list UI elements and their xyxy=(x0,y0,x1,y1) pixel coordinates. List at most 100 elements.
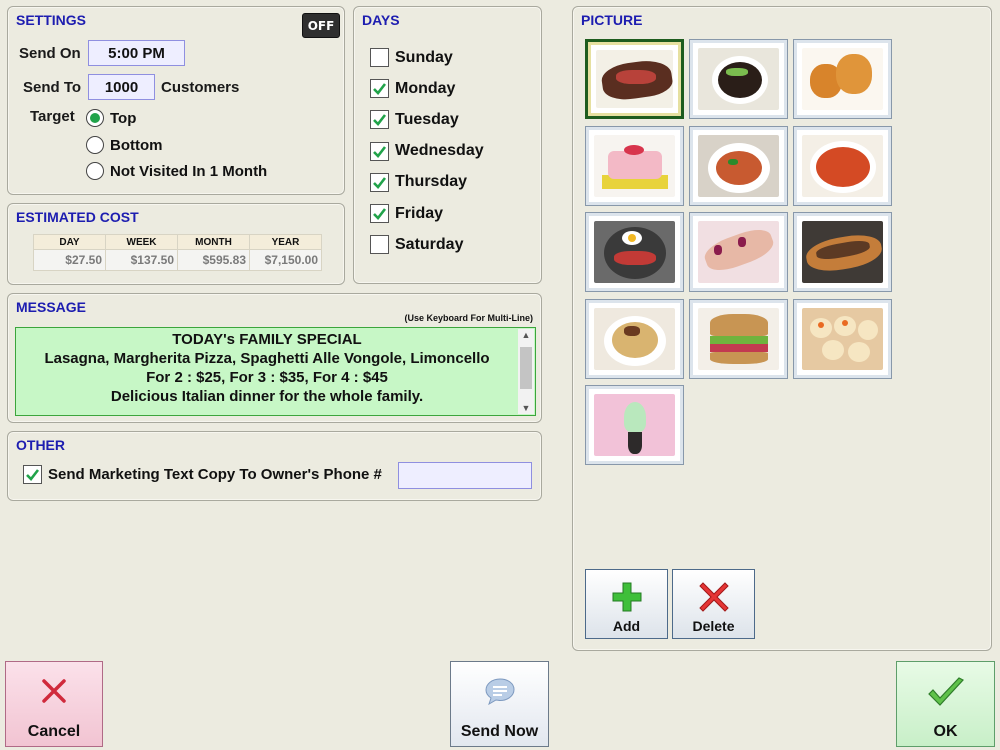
picture-tile-sandwich[interactable] xyxy=(689,298,788,379)
day-label: Wednesday xyxy=(395,142,484,160)
picture-tile-ice-cream[interactable] xyxy=(585,385,684,465)
target-radio-top[interactable]: Top xyxy=(86,109,136,127)
nails-image xyxy=(698,221,779,283)
send-now-label: Send Now xyxy=(460,723,539,740)
picture-tile-nails[interactable] xyxy=(689,212,788,292)
send-to-field[interactable]: 1000 xyxy=(88,74,155,100)
delete-picture-button[interactable]: Delete xyxy=(672,569,755,639)
radio-label: Not Visited In 1 Month xyxy=(110,162,268,180)
day-checkbox-wednesday[interactable]: Wednesday xyxy=(370,141,484,161)
send-to-label: Send To xyxy=(23,79,82,96)
picture-tile-cake[interactable] xyxy=(585,125,684,206)
day-label: Friday xyxy=(395,204,444,222)
picture-tile-noodle-bowl[interactable] xyxy=(689,39,788,119)
days-panel: DAYS Sunday Monday Tuesday Wednesday Thursda… xyxy=(353,6,542,284)
owner-phone-input[interactable] xyxy=(398,462,532,489)
other-panel: OTHER Send Marketing Text Copy To Owner'… xyxy=(7,431,542,501)
cancel-x-icon xyxy=(39,676,69,711)
picture-tile-spaghetti[interactable] xyxy=(689,125,788,206)
picture-tile-cheesesteak[interactable] xyxy=(793,212,892,292)
delete-x-icon xyxy=(697,580,731,617)
picture-tile-cold-noodles[interactable] xyxy=(585,212,684,292)
cost-header-day: DAY xyxy=(33,234,106,250)
add-label: Add xyxy=(612,618,641,634)
plus-icon xyxy=(610,580,644,617)
cost-value-week: $137.50 xyxy=(105,249,178,271)
day-checkbox-friday[interactable]: Friday xyxy=(370,204,443,223)
fried-chicken-image xyxy=(802,48,883,110)
send-on-label: Send On xyxy=(19,45,81,62)
day-label: Tuesday xyxy=(395,110,459,128)
scroll-down-icon[interactable]: ▼ xyxy=(518,403,534,413)
days-title: DAYS xyxy=(362,12,400,28)
checkbox-box xyxy=(370,204,389,223)
day-checkbox-thursday[interactable]: Thursday xyxy=(370,172,468,192)
day-checkbox-monday[interactable]: Monday xyxy=(370,79,455,99)
message-scrollbar[interactable]: ▲ ▼ xyxy=(518,329,534,414)
chat-bubble-icon xyxy=(483,676,517,711)
picture-tile-steak[interactable] xyxy=(585,39,684,119)
cost-header-year: YEAR xyxy=(249,234,322,250)
delete-label: Delete xyxy=(692,618,735,634)
message-title: MESSAGE xyxy=(16,299,87,315)
cost-value-month: $595.83 xyxy=(177,249,250,271)
scroll-thumb[interactable] xyxy=(520,347,532,389)
day-label: Thursday xyxy=(395,173,468,191)
picture-title: PICTURE xyxy=(581,12,643,28)
send-now-button[interactable]: Send Now xyxy=(450,661,549,747)
radio-dot xyxy=(86,162,104,180)
customers-label: Customers xyxy=(161,79,240,96)
picture-tile-ramen[interactable] xyxy=(585,298,684,379)
estimated-cost-title: ESTIMATED COST xyxy=(16,209,139,225)
cake-image xyxy=(594,134,675,197)
message-line: TODAY's FAMILY SPECIAL xyxy=(172,331,362,348)
cold-noodles-image xyxy=(594,221,675,283)
cost-header-week: WEEK xyxy=(105,234,178,250)
cheesesteak-image xyxy=(802,221,883,283)
day-checkbox-sunday[interactable]: Sunday xyxy=(370,48,453,67)
message-line: Delicious Italian dinner for the whole f… xyxy=(110,388,424,405)
off-toggle[interactable]: OFF xyxy=(302,13,340,38)
settings-title: SETTINGS xyxy=(16,12,87,28)
message-line: Lasagna, Margherita Pizza, Spaghetti All… xyxy=(44,350,490,367)
ramen-image xyxy=(594,307,675,370)
day-label: Saturday xyxy=(395,235,464,253)
estimated-cost-panel: ESTIMATED COST DAY WEEK MONTH YEAR $27.5… xyxy=(7,203,345,285)
picture-tile-spicy-soup[interactable] xyxy=(793,125,892,206)
sandwich-image xyxy=(698,307,779,370)
dumplings-image xyxy=(802,307,883,370)
checkmark-icon xyxy=(926,676,966,715)
radio-label: Top xyxy=(110,109,137,127)
ice-cream-image xyxy=(594,394,675,456)
message-hint: (Use Keyboard For Multi-Line) xyxy=(404,313,533,323)
checkbox-box xyxy=(370,48,389,67)
send-on-field[interactable]: 5:00 PM xyxy=(88,40,185,66)
checkbox-box xyxy=(370,235,389,255)
picture-tile-fried-chicken[interactable] xyxy=(793,39,892,119)
add-picture-button[interactable]: Add xyxy=(585,569,668,639)
ok-button[interactable]: OK xyxy=(896,661,995,747)
owner-copy-checkbox[interactable]: Send Marketing Text Copy To Owner's Phon… xyxy=(23,465,382,484)
picture-tile-dumplings[interactable] xyxy=(793,298,892,379)
checkbox-box xyxy=(23,465,42,484)
target-radio-not-visited[interactable]: Not Visited In 1 Month xyxy=(86,162,267,180)
ok-label: OK xyxy=(933,723,958,740)
settings-panel: SETTINGS OFF Send On 5:00 PM Send To 100… xyxy=(7,6,345,195)
checkbox-box xyxy=(370,141,389,161)
other-title: OTHER xyxy=(16,437,65,453)
owner-copy-label: Send Marketing Text Copy To Owner's Phon… xyxy=(48,466,382,483)
day-checkbox-tuesday[interactable]: Tuesday xyxy=(370,110,459,130)
scroll-up-icon[interactable]: ▲ xyxy=(518,330,534,340)
target-radio-bottom[interactable]: Bottom xyxy=(86,136,163,154)
cost-table: DAY WEEK MONTH YEAR $27.50 $137.50 $595.… xyxy=(33,234,322,271)
message-textarea[interactable]: TODAY's FAMILY SPECIAL Lasagna, Margheri… xyxy=(15,327,536,416)
spaghetti-image xyxy=(698,134,779,197)
target-label: Target xyxy=(30,108,75,125)
message-line: For 2 : $25, For 3 : $35, For 4 : $45 xyxy=(146,369,388,386)
cost-value-year: $7,150.00 xyxy=(249,249,322,271)
cancel-button[interactable]: Cancel xyxy=(5,661,103,747)
checkbox-box xyxy=(370,110,389,130)
message-text: TODAY's FAMILY SPECIAL Lasagna, Margheri… xyxy=(16,330,518,406)
day-checkbox-saturday[interactable]: Saturday xyxy=(370,235,464,255)
message-panel: MESSAGE (Use Keyboard For Multi-Line) TO… xyxy=(7,293,542,423)
